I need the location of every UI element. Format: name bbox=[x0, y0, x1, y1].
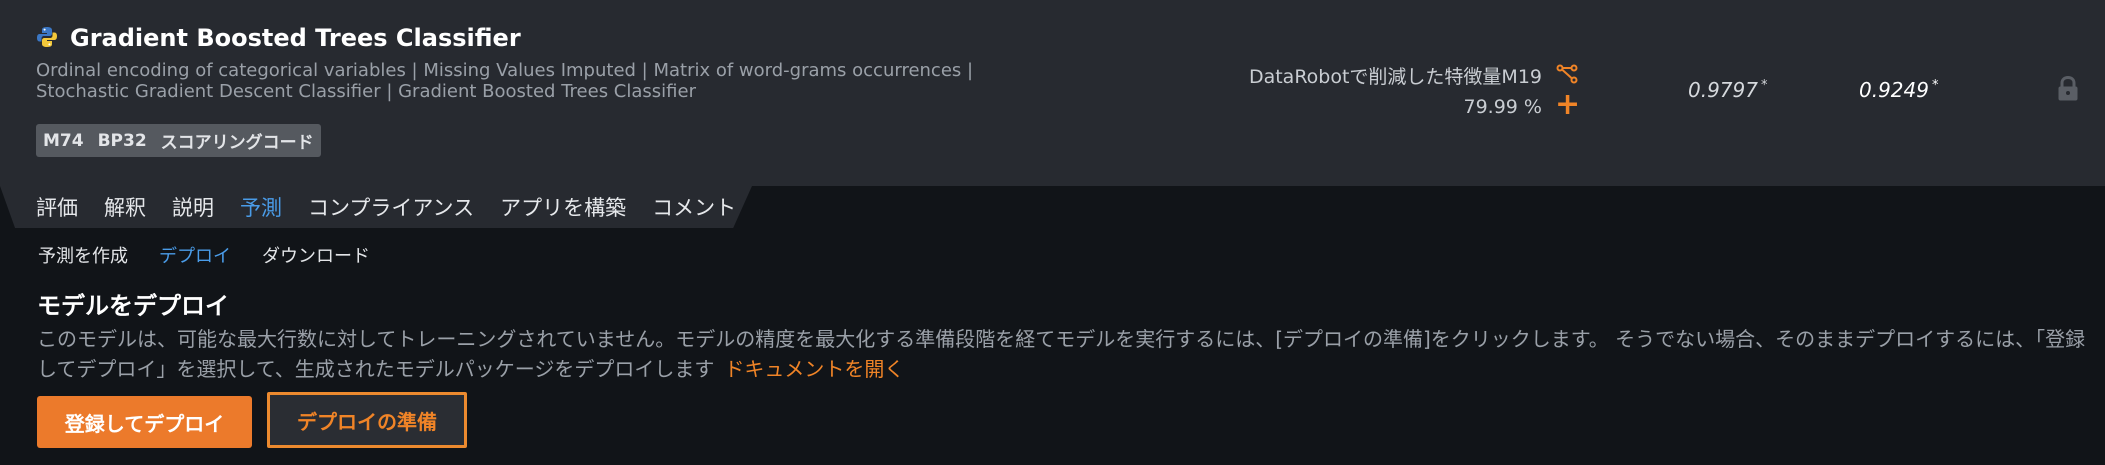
model-tabs: 評価 解釈 説明 予測 コンプライアンス アプリを構築 コメント bbox=[36, 190, 736, 224]
model-tags: M74 BP32 スコアリングコード bbox=[36, 124, 321, 157]
blueprint-number-tag: BP32 bbox=[97, 130, 147, 151]
deploy-section-title: モデルをデプロイ bbox=[37, 292, 229, 320]
tab-understand[interactable]: 解釈 bbox=[104, 192, 146, 222]
validation-score-value: 0.9797 bbox=[1688, 78, 1758, 102]
validation-score: 0.9797 * bbox=[1688, 78, 1767, 102]
sample-size-percent: 79.99 % bbox=[1463, 96, 1543, 118]
tab-build-app[interactable]: アプリを構築 bbox=[500, 192, 626, 222]
feature-list-icon[interactable] bbox=[1556, 63, 1578, 85]
deploy-description: このモデルは、可能な最大行数に対してトレーニングされていません。モデルの精度を最… bbox=[37, 324, 2097, 384]
score-marker: * bbox=[1760, 78, 1768, 94]
subtab-make-predictions[interactable]: 予測を作成 bbox=[38, 242, 128, 268]
feature-list-name[interactable]: DataRobotで削減した特徴量M19 bbox=[1249, 62, 1542, 89]
open-docs-link[interactable]: ドキュメントを開く bbox=[724, 357, 904, 381]
cross-validation-score: 0.9249 * bbox=[1859, 78, 1938, 102]
prepare-for-deployment-button[interactable]: デプロイの準備 bbox=[267, 392, 467, 448]
tab-evaluate[interactable]: 評価 bbox=[36, 192, 78, 222]
cross-validation-score-value: 0.9249 bbox=[1859, 78, 1929, 102]
tab-describe[interactable]: 説明 bbox=[172, 192, 214, 222]
tab-predict[interactable]: 予測 bbox=[240, 192, 282, 222]
subtab-download[interactable]: ダウンロード bbox=[262, 242, 370, 268]
model-number-tag: M74 bbox=[43, 130, 84, 151]
predict-subtabs: 予測を作成 デプロイ ダウンロード bbox=[38, 242, 370, 268]
deploy-description-text: このモデルは、可能な最大行数に対してトレーニングされていません。モデルの精度を最… bbox=[37, 327, 2086, 381]
model-title: Gradient Boosted Trees Classifier bbox=[70, 24, 521, 52]
model-summary-panel: Gradient Boosted Trees Classifier Ordina… bbox=[0, 0, 2105, 186]
python-icon bbox=[36, 26, 58, 48]
scoring-code-tag: スコアリングコード bbox=[160, 133, 314, 153]
plus-icon[interactable]: + bbox=[1555, 90, 1580, 120]
tab-compliance[interactable]: コンプライアンス bbox=[308, 192, 474, 222]
lock-icon bbox=[2057, 75, 2079, 102]
tab-comments[interactable]: コメント bbox=[652, 192, 736, 222]
subtab-deploy[interactable]: デプロイ bbox=[159, 242, 231, 268]
model-blueprint-description: Ordinal encoding of categorical variable… bbox=[36, 60, 974, 102]
score-marker: * bbox=[1931, 78, 1939, 94]
register-and-deploy-button[interactable]: 登録してデプロイ bbox=[37, 396, 252, 448]
